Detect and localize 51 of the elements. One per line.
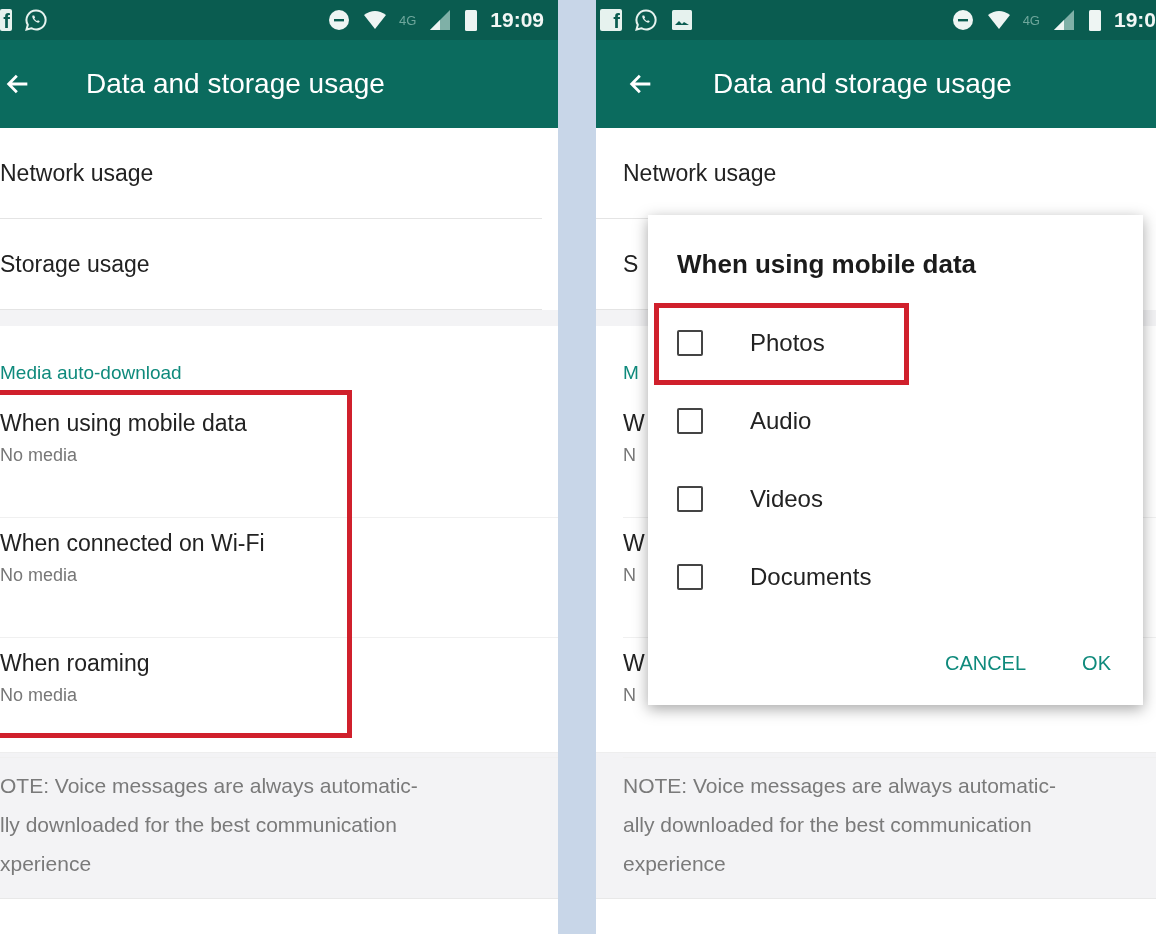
clock: 19:0 bbox=[1113, 8, 1156, 32]
note-text: lly downloaded for the best communication bbox=[0, 812, 397, 838]
signal-icon bbox=[428, 8, 453, 32]
section-header: Media auto-download bbox=[0, 362, 182, 384]
setting-value: No media bbox=[0, 445, 78, 466]
network-type: 4G bbox=[398, 12, 417, 28]
checkbox[interactable] bbox=[677, 330, 703, 356]
dialog-button[interactable]: CANCEL bbox=[936, 646, 1035, 681]
screen-title: Data and storage usage bbox=[86, 68, 385, 100]
option-label[interactable]: Videos bbox=[750, 485, 823, 513]
section-header: M bbox=[623, 362, 639, 384]
option-label[interactable]: Documents bbox=[750, 563, 872, 591]
whatsapp-icon bbox=[634, 8, 658, 32]
setting-title[interactable]: When roaming bbox=[0, 650, 150, 677]
setting-title[interactable]: W bbox=[623, 650, 645, 677]
checkbox[interactable] bbox=[677, 408, 703, 434]
setting-title[interactable]: W bbox=[623, 530, 645, 557]
note-text: NOTE: Voice messages are always automatic- bbox=[623, 773, 1056, 799]
setting-value: N bbox=[623, 565, 636, 586]
setting-title[interactable]: When connected on Wi-Fi bbox=[0, 530, 265, 557]
settings-item[interactable]: Storage usage bbox=[0, 250, 150, 278]
whatsapp-icon bbox=[24, 8, 48, 32]
do-not-disturb-icon bbox=[950, 8, 975, 32]
checkbox[interactable] bbox=[677, 564, 703, 590]
network-type: 4G bbox=[1022, 12, 1040, 28]
option-label[interactable]: Photos bbox=[750, 329, 825, 357]
settings-item[interactable]: Network usage bbox=[0, 159, 154, 187]
clock: 19:09 bbox=[490, 8, 544, 32]
setting-value: No media bbox=[0, 685, 78, 706]
facebook-icon: f bbox=[600, 9, 622, 31]
setting-value: No media bbox=[0, 565, 78, 586]
settings-item[interactable]: Network usage bbox=[623, 159, 777, 187]
settings-item[interactable]: S bbox=[623, 250, 639, 278]
note-text: OTE: Voice messages are always automatic- bbox=[0, 773, 418, 799]
setting-title[interactable]: W bbox=[623, 410, 645, 437]
facebook-icon: f bbox=[0, 9, 12, 31]
setting-value: N bbox=[623, 685, 636, 706]
dialog-button[interactable]: OK bbox=[1074, 646, 1119, 681]
battery-icon bbox=[464, 8, 479, 32]
setting-value: N bbox=[623, 445, 636, 466]
note-text: xperience bbox=[0, 851, 92, 877]
note-text: experience bbox=[623, 851, 726, 877]
do-not-disturb-icon bbox=[326, 8, 351, 32]
battery-icon bbox=[1087, 8, 1102, 32]
image-icon bbox=[670, 8, 694, 32]
checkbox[interactable] bbox=[677, 486, 703, 512]
screen-title: Data and storage usage bbox=[713, 68, 1012, 100]
option-label[interactable]: Audio bbox=[750, 407, 812, 435]
setting-title[interactable]: When using mobile data bbox=[0, 410, 247, 437]
note-text: ally downloaded for the best communication bbox=[623, 812, 1032, 838]
dialog-title: When using mobile data bbox=[677, 249, 976, 280]
